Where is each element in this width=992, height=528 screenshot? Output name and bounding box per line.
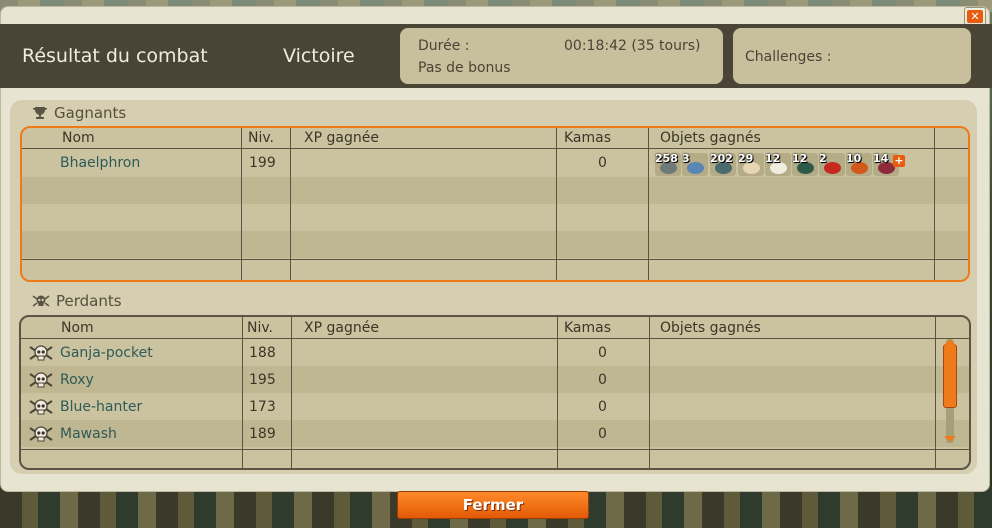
column-header-kamas: Kamas xyxy=(564,130,612,146)
player-kamas: 0 xyxy=(598,425,607,442)
item-quantity: 3 xyxy=(682,152,690,165)
footer-divider xyxy=(22,259,968,260)
winners-label-text: Gagnants xyxy=(54,104,127,122)
won-item[interactable]: 3 xyxy=(682,152,708,176)
player-level: 189 xyxy=(249,425,276,442)
skull-icon xyxy=(29,344,53,360)
skull-icon xyxy=(29,425,53,441)
won-item[interactable]: 258 xyxy=(655,152,681,176)
player-name[interactable]: Mawash xyxy=(60,420,117,447)
column-divider xyxy=(557,317,558,468)
column-divider xyxy=(648,128,649,280)
window-title: Résultat du combat xyxy=(22,45,208,67)
item-quantity: 10 xyxy=(846,152,862,165)
table-row xyxy=(22,204,968,231)
item-quantity: 12 xyxy=(765,152,781,165)
column-header-xp: XP gagnée xyxy=(304,319,379,336)
column-divider xyxy=(935,317,936,468)
player-name[interactable]: Ganja-pocket xyxy=(60,339,153,366)
item-quantity: 29 xyxy=(738,152,754,165)
skull-icon xyxy=(29,371,53,387)
table-row[interactable]: Ganja-pocket 188 0 xyxy=(21,339,969,366)
column-divider xyxy=(291,317,292,468)
column-header-name: Nom xyxy=(62,130,95,146)
won-item[interactable]: 12 xyxy=(765,152,791,176)
won-item[interactable]: 29 xyxy=(738,152,764,176)
player-level: 195 xyxy=(249,371,276,388)
column-header-xp: XP gagnée xyxy=(304,130,379,146)
player-level: 199 xyxy=(249,155,276,171)
combat-result-text: Victoire xyxy=(283,45,355,67)
item-quantity: 202 xyxy=(710,152,733,165)
duration-box: Durée : 00:18:42 (35 tours) Pas de bonus xyxy=(400,28,723,84)
item-quantity: 14 xyxy=(873,152,889,165)
column-header-kamas: Kamas xyxy=(564,319,612,336)
losers-table: Nom Niv. XP gagnée Kamas Objets gagnés G… xyxy=(19,315,971,470)
losers-label-text: Perdants xyxy=(56,292,122,310)
close-icon: ✕ xyxy=(967,10,983,23)
trophy-icon xyxy=(32,105,48,121)
player-name[interactable]: Roxy xyxy=(60,366,94,393)
column-divider xyxy=(241,128,242,280)
won-item[interactable]: 10 xyxy=(846,152,872,176)
player-kamas: 0 xyxy=(598,344,607,361)
won-item[interactable]: 12 xyxy=(792,152,818,176)
column-divider xyxy=(290,128,291,280)
player-kamas: 0 xyxy=(598,398,607,415)
footer-divider xyxy=(21,449,969,450)
player-name[interactable]: Bhaelphron xyxy=(60,149,140,177)
player-kamas: 0 xyxy=(598,155,607,171)
column-divider xyxy=(649,317,650,468)
player-level: 188 xyxy=(249,344,276,361)
player-name[interactable]: Blue-hanter xyxy=(60,393,142,420)
column-header-level: Niv. xyxy=(248,130,275,146)
column-header-level: Niv. xyxy=(247,319,274,336)
winners-section-label: Gagnants xyxy=(32,104,126,122)
bonus-text: Pas de bonus xyxy=(418,60,511,76)
table-row[interactable]: Mawash 189 0 xyxy=(21,420,969,447)
item-quantity: 2 xyxy=(819,152,827,165)
skull-icon xyxy=(32,294,50,308)
won-item[interactable]: 2 xyxy=(819,152,845,176)
winners-table-header: Nom Niv. XP gagnée Kamas Objets gagnés xyxy=(22,128,968,148)
close-button[interactable]: Fermer xyxy=(397,491,589,519)
losers-section-label: Perdants xyxy=(32,292,122,310)
table-row[interactable]: Bhaelphron 199 0 258 3 202 29 12 12 2 10… xyxy=(22,149,968,177)
duration-value: 00:18:42 (35 tours) xyxy=(564,38,701,54)
table-row[interactable]: Blue-hanter 173 0 xyxy=(21,393,969,420)
table-row[interactable]: Roxy 195 0 xyxy=(21,366,969,393)
column-header-name: Nom xyxy=(61,319,94,336)
column-header-items: Objets gagnés xyxy=(660,130,761,146)
table-row xyxy=(22,177,968,204)
column-header-items: Objets gagnés xyxy=(660,319,761,336)
item-quantity: 12 xyxy=(792,152,808,165)
scroll-down-arrow-icon[interactable] xyxy=(944,436,956,442)
column-divider xyxy=(934,128,935,280)
player-level: 173 xyxy=(249,398,276,415)
losers-table-header: Nom Niv. XP gagnée Kamas Objets gagnés xyxy=(21,317,969,338)
scrollbar-thumb[interactable] xyxy=(943,344,957,408)
duration-label: Durée : xyxy=(418,38,470,54)
winners-table: Nom Niv. XP gagnée Kamas Objets gagnés B… xyxy=(20,126,970,282)
table-row xyxy=(22,231,968,258)
losers-scrollbar[interactable] xyxy=(942,339,958,443)
challenges-box: Challenges : xyxy=(733,28,971,84)
won-item[interactable]: 202 xyxy=(710,152,736,176)
item-quantity: 258 xyxy=(655,152,678,165)
skull-icon xyxy=(29,398,53,414)
column-divider xyxy=(556,128,557,280)
scroll-up-arrow-icon[interactable] xyxy=(944,339,956,345)
player-kamas: 0 xyxy=(598,371,607,388)
challenges-label: Challenges : xyxy=(745,49,832,65)
more-items-button[interactable]: + xyxy=(893,155,905,167)
column-divider xyxy=(242,317,243,468)
